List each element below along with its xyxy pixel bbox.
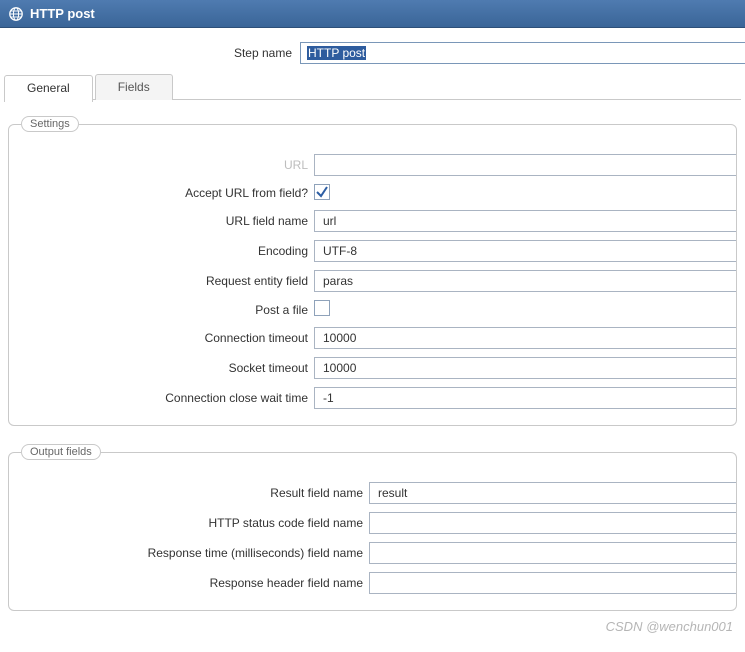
url-label: URL xyxy=(9,158,314,172)
response-time-field-name-label: Response time (milliseconds) field name xyxy=(9,546,369,560)
encoding-label: Encoding xyxy=(9,244,314,258)
step-name-input[interactable]: HTTP post xyxy=(300,42,745,64)
tab-bar: General Fields xyxy=(4,74,741,100)
request-entity-field-label: Request entity field xyxy=(9,274,314,288)
settings-group: Settings URL Accept URL from field? URL … xyxy=(8,116,737,426)
step-name-label: Step name xyxy=(0,46,300,60)
window-titlebar: HTTP post xyxy=(0,0,745,28)
connection-timeout-input[interactable] xyxy=(314,327,736,349)
result-field-name-label: Result field name xyxy=(9,486,369,500)
response-header-field-name-label: Response header field name xyxy=(9,576,369,590)
tab-fields[interactable]: Fields xyxy=(95,74,173,100)
url-field-name-input[interactable] xyxy=(314,210,736,232)
post-a-file-checkbox[interactable] xyxy=(314,300,330,316)
step-name-value: HTTP post xyxy=(307,46,366,60)
response-time-field-name-input[interactable] xyxy=(369,542,736,564)
post-a-file-label: Post a file xyxy=(9,303,314,317)
connection-close-wait-label: Connection close wait time xyxy=(9,391,314,405)
url-field-name-label: URL field name xyxy=(9,214,314,228)
request-entity-field-input[interactable] xyxy=(314,270,736,292)
tab-general[interactable]: General xyxy=(4,75,93,102)
response-header-field-name-input[interactable] xyxy=(369,572,736,594)
connection-timeout-label: Connection timeout xyxy=(9,331,314,345)
globe-icon xyxy=(8,6,24,22)
socket-timeout-label: Socket timeout xyxy=(9,361,314,375)
checkmark-icon xyxy=(315,185,329,199)
window-title: HTTP post xyxy=(30,6,95,21)
accept-url-from-field-checkbox[interactable] xyxy=(314,184,330,200)
url-input xyxy=(314,154,736,176)
step-name-row: Step name HTTP post xyxy=(0,28,745,74)
encoding-input[interactable] xyxy=(314,240,736,262)
output-fields-legend: Output fields xyxy=(21,444,101,460)
connection-close-wait-input[interactable] xyxy=(314,387,736,409)
socket-timeout-input[interactable] xyxy=(314,357,736,379)
result-field-name-input[interactable] xyxy=(369,482,736,504)
tab-content: Settings URL Accept URL from field? URL … xyxy=(0,100,745,650)
output-fields-group: Output fields Result field name HTTP sta… xyxy=(8,444,737,611)
http-status-code-field-name-label: HTTP status code field name xyxy=(9,516,369,530)
settings-legend: Settings xyxy=(21,116,79,132)
http-status-code-field-name-input[interactable] xyxy=(369,512,736,534)
accept-url-from-field-label: Accept URL from field? xyxy=(9,186,314,200)
